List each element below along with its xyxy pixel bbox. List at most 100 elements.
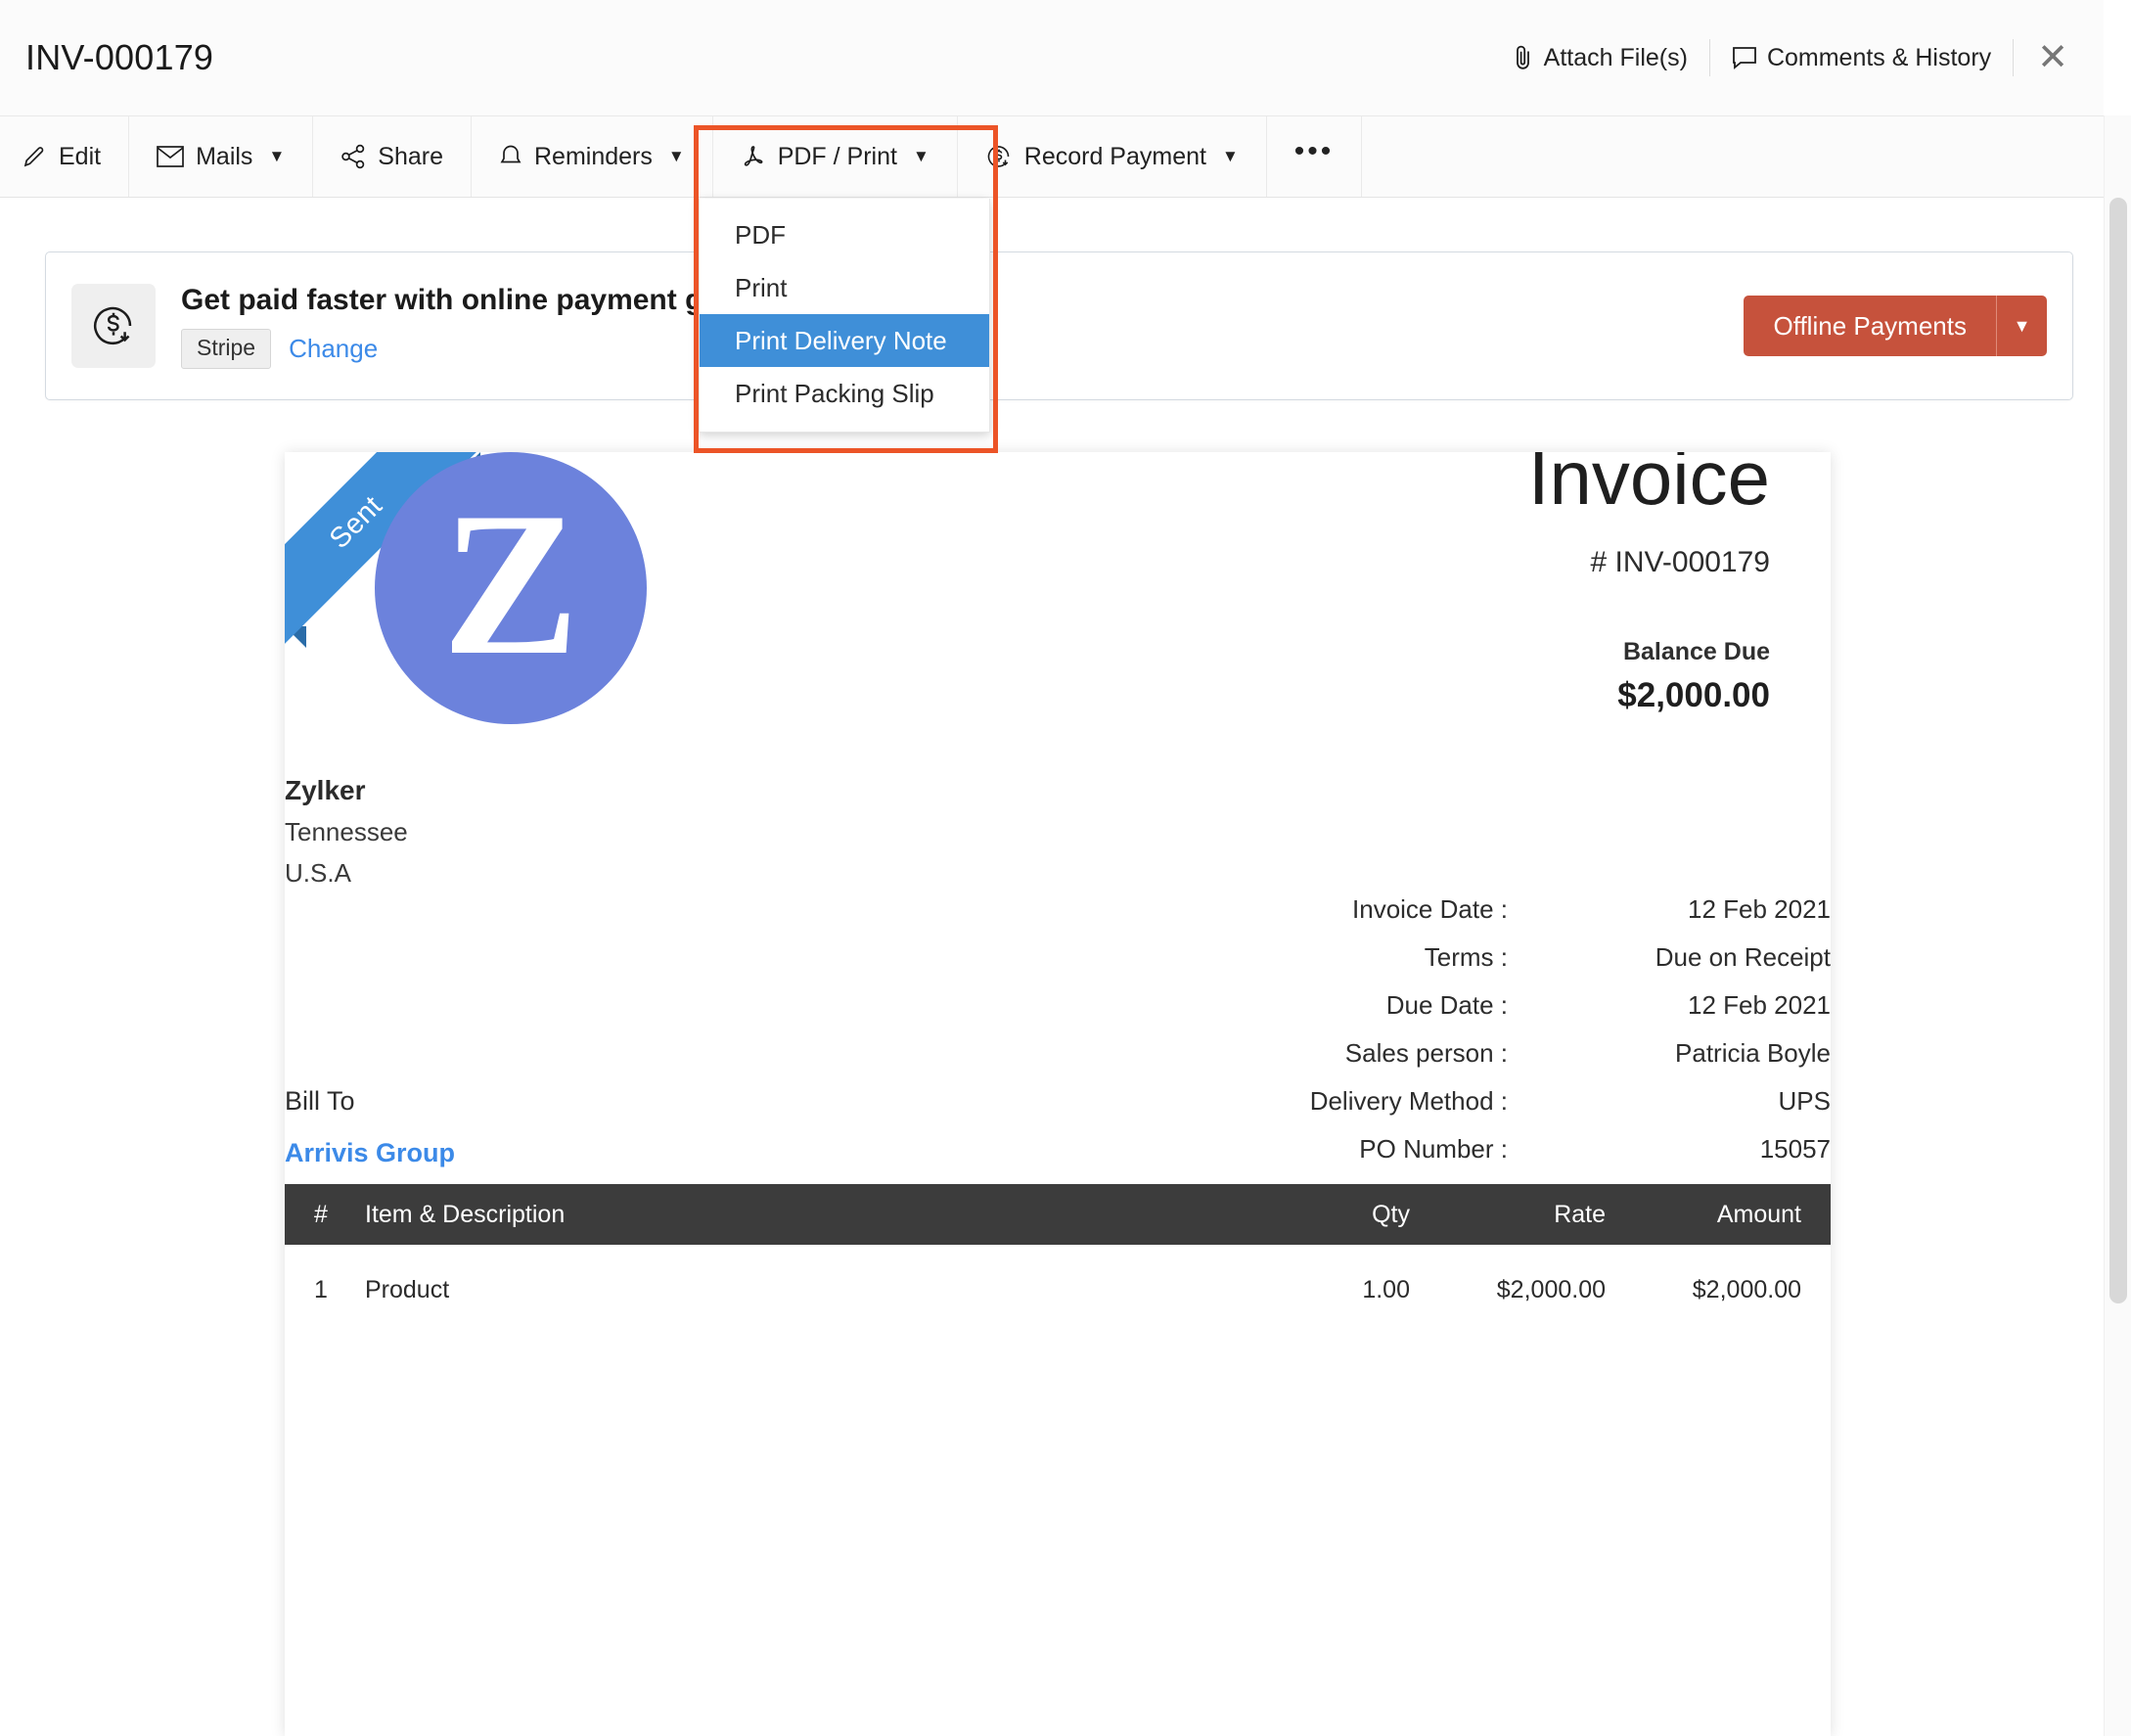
ellipsis-icon: ••• — [1293, 135, 1335, 167]
meta-label: Delivery Method : — [1309, 1086, 1508, 1116]
banner-actions: Offline Payments ▼ — [1744, 296, 2047, 356]
menu-item-print-packing-slip[interactable]: Print Packing Slip — [700, 367, 989, 420]
pdf-icon — [741, 144, 766, 169]
meta-row: PO Number : 15057 — [1097, 1134, 1831, 1165]
attach-files-button[interactable]: Attach File(s) — [1491, 44, 1709, 72]
edit-button[interactable]: Edit — [0, 116, 130, 197]
chevron-down-icon: ▼ — [268, 147, 286, 165]
meta-row: Due Date : 12 Feb 2021 — [1097, 990, 1831, 1021]
online-payment-banner: Get paid faster with online payment g St… — [45, 251, 2073, 400]
invoice-number: # INV-000179 — [1590, 545, 1770, 578]
invoice-title-block: Invoice # INV-000179 Balance Due $2,000.… — [1528, 452, 1770, 715]
paperclip-icon — [1513, 44, 1534, 71]
invoice-meta-table: Invoice Date : 12 Feb 2021 Terms : Due o… — [1097, 894, 1831, 1182]
pdf-print-label: PDF / Print — [777, 142, 897, 170]
page-header: INV-000179 Attach File(s) Comments & His… — [0, 0, 2104, 115]
meta-value: Due on Receipt — [1655, 942, 1831, 972]
menu-item-print-delivery-note[interactable]: Print Delivery Note — [700, 314, 989, 367]
chevron-down-icon: ▼ — [1221, 147, 1239, 165]
line-items-table: # Item & Description Qty Rate Amount 1 P… — [285, 1184, 1831, 1319]
organization-address: Zylker Tennessee U.S.A — [285, 775, 408, 889]
meta-label: Invoice Date : — [1352, 894, 1508, 924]
meta-label: Due Date : — [1385, 990, 1508, 1020]
chevron-down-icon: ▼ — [667, 147, 685, 165]
vertical-scrollbar-track[interactable] — [2104, 115, 2131, 1736]
meta-row: Invoice Date : 12 Feb 2021 — [1097, 894, 1831, 925]
comment-bubble-icon — [1732, 46, 1757, 69]
meta-row: Terms : Due on Receipt — [1097, 942, 1831, 973]
logo-letter: Z — [441, 471, 580, 698]
row-amount: $2,000.00 — [1692, 1275, 1801, 1303]
offline-payments-dropdown-toggle[interactable]: ▼ — [1996, 296, 2047, 356]
offline-payments-button[interactable]: Offline Payments — [1744, 296, 1996, 356]
menu-item-pdf[interactable]: PDF — [700, 208, 989, 261]
bell-icon — [499, 144, 522, 169]
organization-name: Zylker — [285, 775, 366, 805]
column-header-description: Item & Description — [365, 1200, 566, 1228]
close-icon[interactable]: ✕ — [2014, 39, 2082, 76]
row-qty: 1.00 — [1362, 1275, 1410, 1303]
invoice-preview-card: Sent Z Invoice # INV-000179 Balance Due … — [285, 452, 1831, 1736]
meta-value: 15057 — [1759, 1134, 1831, 1164]
column-header-rate: Rate — [1554, 1200, 1606, 1228]
share-label: Share — [378, 142, 443, 170]
money-arrow-down-icon — [71, 284, 156, 368]
table-row: 1 Product 1.00 $2,000.00 $2,000.00 — [285, 1260, 1831, 1319]
invoice-body: Z Invoice # INV-000179 Balance Due $2,00… — [285, 452, 1831, 1303]
menu-item-print[interactable]: Print — [700, 261, 989, 314]
vertical-scrollbar-thumb[interactable] — [2109, 198, 2127, 1303]
pdf-print-dropdown-menu: PDF Print Print Delivery Note Print Pack… — [699, 199, 990, 433]
envelope-icon — [157, 146, 184, 167]
organization-logo: Z — [375, 452, 647, 724]
balance-due-label: Balance Due — [1622, 637, 1770, 665]
action-toolbar: Edit Mails ▼ Share Reminders ▼ PDF / Pri… — [0, 115, 2104, 198]
row-number: 1 — [314, 1275, 328, 1303]
meta-label: Terms : — [1424, 942, 1508, 972]
balance-due-amount: $2,000.00 — [1617, 675, 1770, 714]
meta-value: UPS — [1778, 1086, 1831, 1116]
record-payment-button[interactable]: Record Payment ▼ — [958, 116, 1267, 197]
comments-history-button[interactable]: Comments & History — [1710, 44, 2013, 72]
bill-to-block: Bill To Arrivis Group — [285, 1086, 455, 1168]
column-header-amount: Amount — [1716, 1200, 1801, 1228]
organization-address-line-2: U.S.A — [285, 858, 351, 888]
share-nodes-icon — [340, 144, 366, 169]
reminders-label: Reminders — [533, 142, 653, 170]
bill-to-customer-link[interactable]: Arrivis Group — [285, 1138, 455, 1168]
bill-to-label: Bill To — [285, 1086, 355, 1116]
row-rate: $2,000.00 — [1496, 1275, 1606, 1303]
banner-subrow: Stripe Change — [181, 328, 703, 369]
mails-button[interactable]: Mails ▼ — [129, 116, 314, 197]
banner-text-block: Get paid faster with online payment g St… — [181, 284, 703, 369]
pdf-print-button[interactable]: PDF / Print ▼ — [712, 116, 958, 197]
row-description: Product — [365, 1275, 450, 1303]
reminders-button[interactable]: Reminders ▼ — [472, 116, 713, 197]
page-title: INV-000179 — [25, 37, 214, 77]
column-header-qty: Qty — [1372, 1200, 1410, 1228]
record-payment-label: Record Payment — [1023, 142, 1206, 170]
invoice-top-section: Z Invoice # INV-000179 Balance Due $2,00… — [345, 452, 1770, 863]
share-button[interactable]: Share — [313, 116, 472, 197]
meta-value: Patricia Boyle — [1675, 1038, 1831, 1068]
meta-value: 12 Feb 2021 — [1687, 894, 1831, 924]
invoice-title: Invoice — [1527, 452, 1770, 521]
change-gateway-link[interactable]: Change — [289, 334, 378, 364]
comments-history-label: Comments & History — [1766, 43, 1992, 71]
banner-headline: Get paid faster with online payment g — [181, 283, 703, 316]
meta-value: 12 Feb 2021 — [1687, 990, 1831, 1020]
edit-label: Edit — [59, 142, 102, 170]
meta-label: PO Number : — [1359, 1134, 1508, 1164]
meta-row: Sales person : Patricia Boyle — [1097, 1038, 1831, 1069]
organization-address-line-1: Tennessee — [285, 817, 408, 846]
attach-files-label: Attach File(s) — [1543, 43, 1688, 71]
pencil-icon — [22, 144, 47, 169]
invoice-detail-page: INV-000179 Attach File(s) Comments & His… — [0, 0, 2131, 1736]
chevron-down-icon: ▼ — [912, 147, 929, 165]
gateway-chip: Stripe — [181, 328, 272, 369]
more-actions-button[interactable]: ••• — [1267, 116, 1363, 197]
record-payment-icon — [985, 143, 1013, 170]
column-header-number: # — [314, 1200, 328, 1228]
meta-row: Delivery Method : UPS — [1097, 1086, 1831, 1117]
meta-label: Sales person : — [1344, 1038, 1508, 1068]
mails-label: Mails — [196, 142, 253, 170]
